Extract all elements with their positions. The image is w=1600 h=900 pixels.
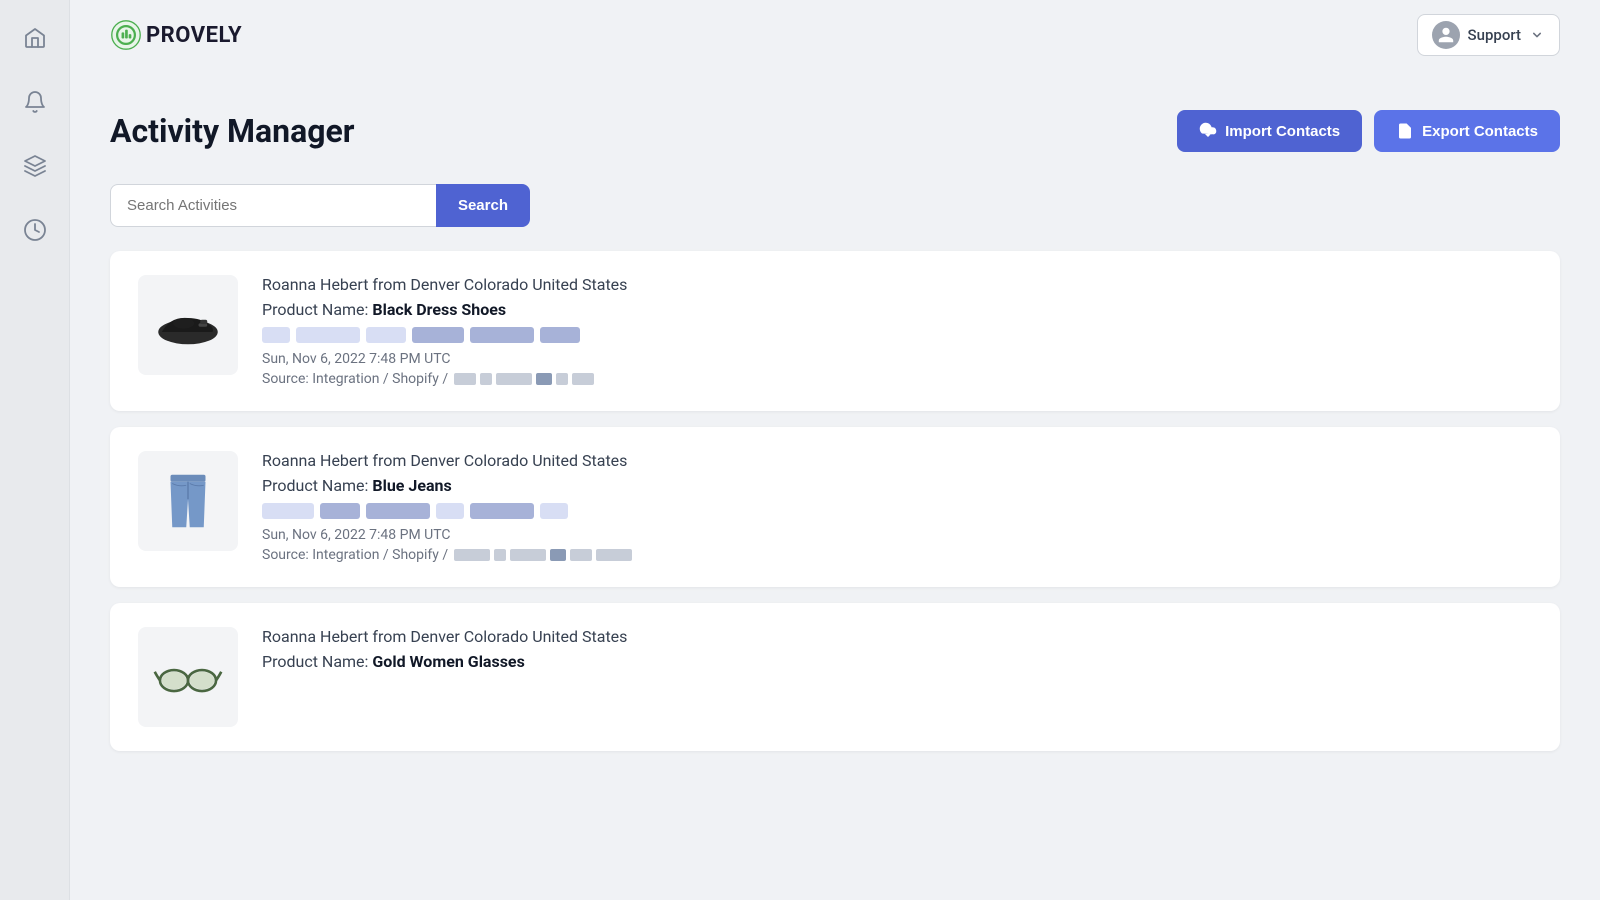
stag: [480, 373, 492, 385]
product-image: [138, 627, 238, 727]
tags: [262, 503, 1532, 519]
shoe-image: [153, 290, 223, 360]
product-name: Product Name: Blue Jeans: [262, 476, 1532, 495]
tag: [320, 503, 360, 519]
activity-card: Roanna Hebert from Denver Colorado Unite…: [110, 251, 1560, 411]
stag: [572, 373, 594, 385]
stag: [454, 549, 490, 561]
tag: [470, 327, 534, 343]
glasses-image: [153, 642, 223, 712]
source-tags: [454, 373, 594, 385]
stag: [454, 373, 476, 385]
stag: [510, 549, 546, 561]
search-button[interactable]: Search: [436, 184, 530, 227]
activity-card: Roanna Hebert from Denver Colorado Unite…: [110, 427, 1560, 587]
chevron-down-icon: [1529, 27, 1545, 43]
import-icon: [1199, 122, 1217, 140]
tag: [412, 327, 464, 343]
logo-icon: [110, 19, 142, 51]
tags: [262, 327, 1532, 343]
activity-info: Roanna Hebert from Denver Colorado Unite…: [262, 275, 1532, 387]
stag: [494, 549, 506, 561]
activity-card: Roanna Hebert from Denver Colorado Unite…: [110, 603, 1560, 751]
sidebar-item-history[interactable]: [17, 212, 53, 248]
source-tags: [454, 549, 632, 561]
timestamp: Sun, Nov 6, 2022 7:48 PM UTC: [262, 351, 1532, 367]
activity-info: Roanna Hebert from Denver Colorado Unite…: [262, 451, 1532, 563]
tag: [540, 327, 580, 343]
page-header: Activity Manager Import Contacts Expo: [110, 110, 1560, 152]
product-image: [138, 451, 238, 551]
timestamp: Sun, Nov 6, 2022 7:48 PM UTC: [262, 527, 1532, 543]
contact-name: Roanna Hebert from Denver Colorado Unite…: [262, 627, 1532, 646]
contact-name: Roanna Hebert from Denver Colorado Unite…: [262, 275, 1532, 294]
jeans-image: [153, 466, 223, 536]
product-name: Product Name: Gold Women Glasses: [262, 652, 1532, 671]
product-image: [138, 275, 238, 375]
sidebar-item-home[interactable]: [17, 20, 53, 56]
app-name: PROVELY: [146, 23, 242, 48]
main-content: Activity Manager Import Contacts Expo: [70, 70, 1600, 900]
tag: [436, 503, 464, 519]
export-icon: [1396, 122, 1414, 140]
topbar: PROVELY Support: [70, 0, 1600, 70]
activity-list: Roanna Hebert from Denver Colorado Unite…: [110, 251, 1560, 751]
stag: [550, 549, 566, 561]
user-icon: [1437, 26, 1455, 44]
page-title: Activity Manager: [110, 112, 355, 150]
header-buttons: Import Contacts Export Contacts: [1177, 110, 1560, 152]
import-contacts-button[interactable]: Import Contacts: [1177, 110, 1362, 152]
tag: [262, 327, 290, 343]
source: Source: Integration / Shopify /: [262, 547, 1532, 563]
stag: [536, 373, 552, 385]
search-input[interactable]: [110, 184, 436, 227]
contact-name: Roanna Hebert from Denver Colorado Unite…: [262, 451, 1532, 470]
tag: [262, 503, 314, 519]
user-name: Support: [1468, 26, 1521, 44]
stag: [556, 373, 568, 385]
search-bar: Search: [110, 184, 530, 227]
sidebar-item-layers[interactable]: [17, 148, 53, 184]
tag: [540, 503, 568, 519]
tag: [296, 327, 360, 343]
user-menu[interactable]: Support: [1417, 14, 1560, 56]
stag: [496, 373, 532, 385]
tag: [366, 503, 430, 519]
activity-info: Roanna Hebert from Denver Colorado Unite…: [262, 627, 1532, 679]
tag: [470, 503, 534, 519]
tag: [366, 327, 406, 343]
stag: [596, 549, 632, 561]
product-name: Product Name: Black Dress Shoes: [262, 300, 1532, 319]
source: Source: Integration / Shopify /: [262, 371, 1532, 387]
stag: [570, 549, 592, 561]
sidebar: [0, 0, 70, 900]
sidebar-item-notifications[interactable]: [17, 84, 53, 120]
avatar: [1432, 21, 1460, 49]
logo: PROVELY: [110, 19, 242, 51]
export-contacts-button[interactable]: Export Contacts: [1374, 110, 1560, 152]
